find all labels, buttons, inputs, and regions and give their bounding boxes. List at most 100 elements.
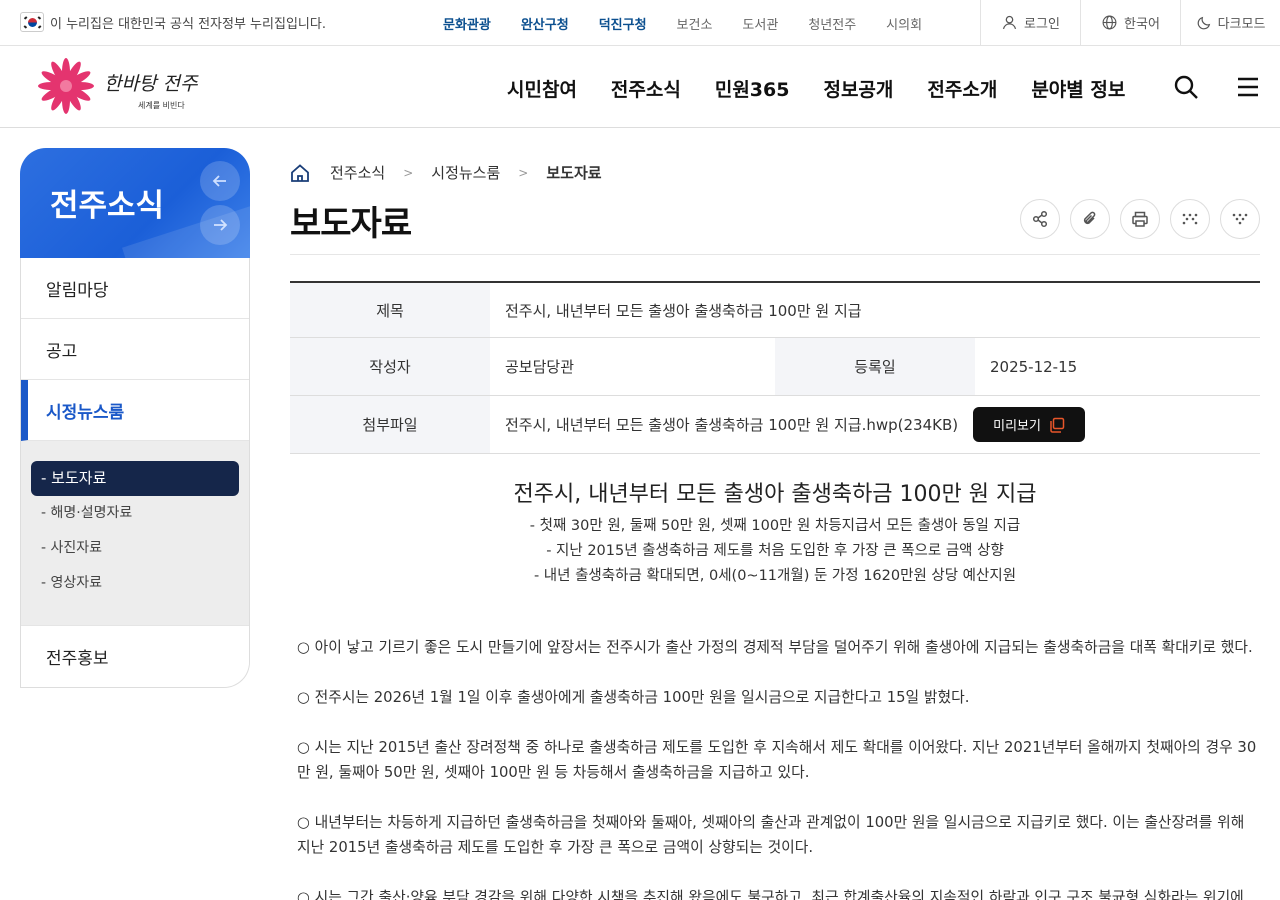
main-nav: 시민참여 전주소식 민원365 정보공개 전주소개 분야별 정보 <box>507 75 1159 102</box>
site-link-wansan[interactable]: 완산구청 <box>521 14 569 33</box>
article-subtitle: - 지난 2015년 출생축하금 제도를 처음 도입한 후 가장 큰 폭으로 금… <box>546 543 1004 559</box>
arrow-left-icon <box>212 175 226 187</box>
article-subtitle: - 내년 출생축하금 확대되면, 0세(0~11개월) 둔 가정 1620만원 … <box>533 568 1017 584</box>
page-title: 보도자료 <box>290 204 412 244</box>
sidebar-menu: 알림마당 공고 시정뉴스룸 - 보도자료 - 해명·설명자료 - 사진자료 - … <box>20 258 250 688</box>
user-icon <box>1002 15 1017 30</box>
search-icon[interactable] <box>1173 74 1199 100</box>
breadcrumb: 전주소식 > 시정뉴스룸 > 보도자료 <box>290 162 602 183</box>
site-link-council[interactable]: 시의회 <box>886 14 922 33</box>
sidebar-item-promotion[interactable]: 전주홍보 <box>21 626 249 687</box>
nav-civil[interactable]: 민원365 <box>715 75 790 102</box>
article-subtitle: - 첫째 30만 원, 둘째 50만 원, 셋째 100만 원 차등지급서 모든… <box>529 518 1021 534</box>
info-value-author: 공보담당관 <box>505 358 575 376</box>
sidebar-submenu: - 보도자료 - 해명·설명자료 - 사진자료 - 영상자료 <box>21 441 249 626</box>
site-link-library[interactable]: 도서관 <box>742 14 778 33</box>
info-row-file: 첨부파일 전주시, 내년부터 모든 출생아 출생축하금 100만 원 지급.hw… <box>290 396 1260 454</box>
collapse-icon <box>1232 213 1248 225</box>
prev-section-button[interactable] <box>200 161 240 201</box>
nav-citizen[interactable]: 시민참여 <box>507 75 577 102</box>
dark-mode-label: 다크모드 <box>1217 17 1266 32</box>
attachment-link[interactable]: 전주시, 내년부터 모든 출생아 출생축하금 100만 원 지급.hwp(234… <box>505 414 958 435</box>
next-section-button[interactable] <box>200 205 240 245</box>
nav-news[interactable]: 전주소식 <box>611 75 681 102</box>
globe-icon <box>1102 15 1117 30</box>
article-header: 전주시, 내년부터 모든 출생아 출생축하금 100만 원 지급 - 첫째 30… <box>290 476 1260 589</box>
site-links: 문화관광 완산구청 덕진구청 보건소 도서관 청년전주 시의회 <box>443 14 952 33</box>
page-tools <box>1010 199 1260 239</box>
home-icon[interactable] <box>290 163 310 183</box>
info-label-date: 등록일 <box>775 338 975 395</box>
info-row-author: 작성자 공보담당관 등록일 2025-12-15 <box>290 338 1260 396</box>
gov-notice-text: 이 누리집은 대한민국 공식 전자정부 누리집입니다. <box>50 16 326 32</box>
nav-info[interactable]: 정보공개 <box>823 75 893 102</box>
info-label-author: 작성자 <box>290 338 490 395</box>
article-info-table: 제목 전주시, 내년부터 모든 출생아 출생축하금 100만 원 지급 작성자 … <box>290 281 1260 454</box>
print-button[interactable] <box>1120 199 1160 239</box>
info-label-file: 첨부파일 <box>290 396 490 453</box>
sidebar-item-announcement[interactable]: 공고 <box>21 319 249 380</box>
submenu-press-release[interactable]: - 보도자료 <box>31 461 239 496</box>
sidebar-item-newsroom[interactable]: 시정뉴스룸 <box>21 380 249 441</box>
title-divider <box>290 254 1260 255</box>
info-value-title: 전주시, 내년부터 모든 출생아 출생축하금 100만 원 지급 <box>505 301 862 320</box>
nav-about[interactable]: 전주소개 <box>927 75 997 102</box>
article-paragraph: ○ 아이 낳고 기르기 좋은 도시 만들기에 앞장서는 전주시가 출산 가정의 … <box>297 639 1253 656</box>
site-link-health[interactable]: 보건소 <box>677 14 713 33</box>
submenu-videos[interactable]: - 영상자료 <box>31 566 239 601</box>
preview-label: 미리보기 <box>993 419 1041 434</box>
nav-field[interactable]: 분야별 정보 <box>1031 75 1125 102</box>
printer-icon <box>1132 211 1148 227</box>
info-row-title: 제목 전주시, 내년부터 모든 출생아 출생축하금 100만 원 지급 <box>290 283 1260 338</box>
sidebar-title: 전주소식 <box>50 188 165 224</box>
share-button[interactable] <box>1020 199 1060 239</box>
article-paragraph: ○ 시는 지난 2015년 출산 장려정책 중 하나로 출생축하금 제도를 도입… <box>297 739 1257 781</box>
svg-text:세계를 비빈다: 세계를 비빈다 <box>138 100 185 110</box>
gov-notice: 이 누리집은 대한민국 공식 전자정부 누리집입니다. <box>20 12 326 32</box>
flower-logo-icon: 한바탕 전주 세계를 비빈다 <box>38 58 199 114</box>
sidebar-header: 전주소식 <box>20 148 250 258</box>
share-icon <box>1032 210 1048 228</box>
info-value-date: 2025-12-15 <box>990 357 1078 376</box>
menu-icon[interactable] <box>1237 74 1259 100</box>
expand-button[interactable] <box>1170 199 1210 239</box>
moon-icon <box>1197 16 1210 29</box>
collapse-button[interactable] <box>1220 199 1260 239</box>
breadcrumb-separator-icon: > <box>518 165 529 180</box>
korea-flag-icon <box>20 12 44 32</box>
site-logo[interactable]: 한바탕 전주 세계를 비빈다 <box>32 58 202 116</box>
info-value-file: 전주시, 내년부터 모든 출생아 출생축하금 100만 원 지급.hwp(234… <box>490 396 1085 453</box>
site-header: 한바탕 전주 세계를 비빈다 시민참여 전주소식 민원365 정보공개 전주소개… <box>0 46 1280 128</box>
article-paragraph: ○ 내년부터는 차등하게 지급하던 출생축하금을 첫째아와 둘째아, 셋째아의 … <box>297 814 1245 856</box>
login-button[interactable]: 로그인 <box>980 0 1080 45</box>
arrow-right-icon <box>214 219 228 231</box>
language-button[interactable]: 한국어 <box>1080 0 1180 45</box>
submenu-photos[interactable]: - 사진자료 <box>31 531 239 566</box>
sidebar: 전주소식 알림마당 공고 시정뉴스룸 - 보도자료 - 해명·설명자료 - 사진… <box>20 148 250 688</box>
expand-icon <box>1182 213 1198 225</box>
article-paragraph: ○ 시는 그간 출산·양육 부담 경감을 위해 다양한 시책을 추진해 왔음에도… <box>297 889 1244 900</box>
article-paragraph: ○ 전주시는 2026년 1월 1일 이후 출생아에게 출생축하금 100만 원… <box>297 689 970 706</box>
breadcrumb-current: 보도자료 <box>546 164 602 182</box>
language-label: 한국어 <box>1124 17 1160 32</box>
info-label-title: 제목 <box>290 283 490 337</box>
article-body: ○ 아이 낳고 기르기 좋은 도시 만들기에 앞장서는 전주시가 출산 가정의 … <box>297 635 1257 900</box>
login-label: 로그인 <box>1024 17 1060 32</box>
paperclip-icon <box>1083 211 1096 225</box>
breadcrumb-news[interactable]: 전주소식 <box>330 162 385 183</box>
preview-button[interactable]: 미리보기 <box>973 407 1085 442</box>
site-link-youth[interactable]: 청년전주 <box>808 14 856 33</box>
article-title: 전주시, 내년부터 모든 출생아 출생축하금 100만 원 지급 <box>513 482 1037 507</box>
attach-button[interactable] <box>1070 199 1110 239</box>
gov-bar: 이 누리집은 대한민국 공식 전자정부 누리집입니다. 문화관광 완산구청 덕진… <box>0 0 1280 46</box>
preview-icon <box>1050 417 1065 433</box>
utility-menu: 로그인 한국어 다크모드 <box>980 0 1280 45</box>
svg-text:한바탕 전주: 한바탕 전주 <box>104 73 199 95</box>
breadcrumb-newsroom[interactable]: 시정뉴스룸 <box>431 162 500 183</box>
breadcrumb-separator-icon: > <box>403 165 414 180</box>
site-link-culture[interactable]: 문화관광 <box>443 14 491 33</box>
sidebar-item-notice-board[interactable]: 알림마당 <box>21 258 249 319</box>
dark-mode-button[interactable]: 다크모드 <box>1180 0 1280 45</box>
submenu-explanation[interactable]: - 해명·설명자료 <box>31 496 239 531</box>
site-link-deokjin[interactable]: 덕진구청 <box>599 14 647 33</box>
